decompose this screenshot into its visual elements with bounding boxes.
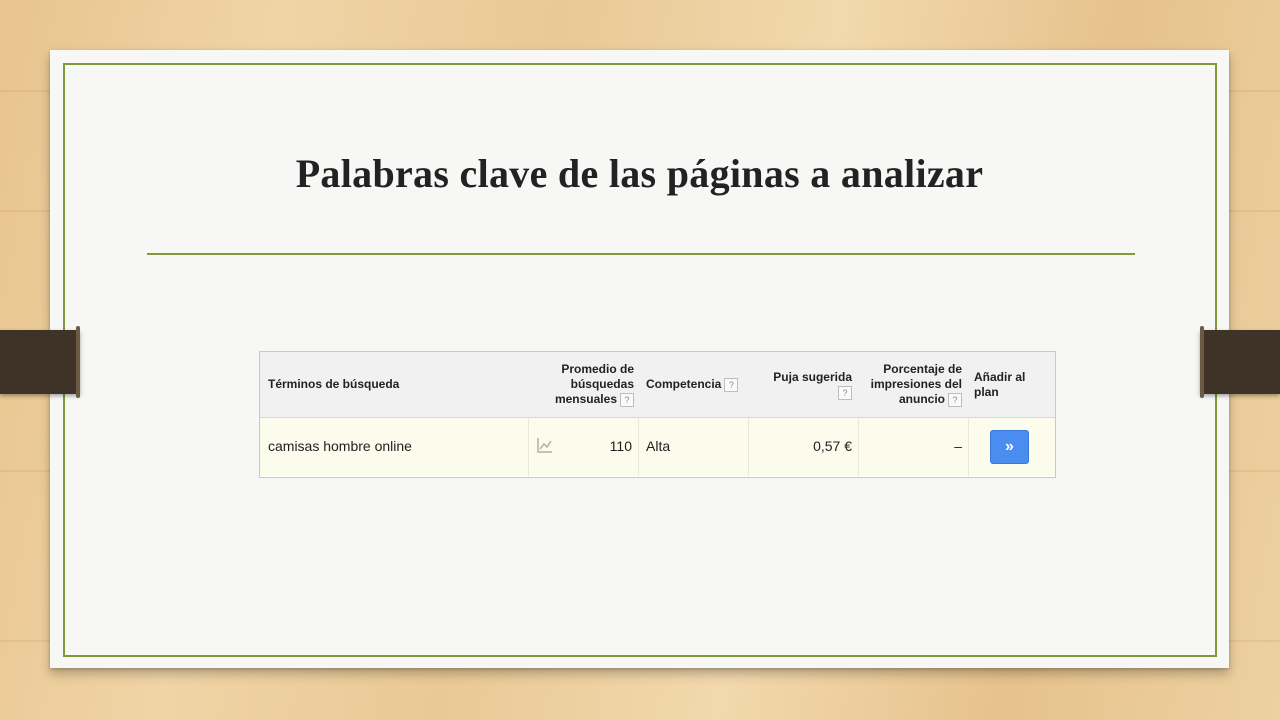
slide-paper: Palabras clave de las páginas a analizar… xyxy=(50,50,1229,668)
binder-clip-cap xyxy=(76,326,80,398)
keyword-table: Términos de búsqueda Promedio de búsqued… xyxy=(259,351,1056,478)
suggested-bid-value: 0,57 € xyxy=(813,438,852,454)
impressions-value: – xyxy=(954,438,962,454)
column-divider xyxy=(528,418,529,476)
header-terms: Términos de búsqueda xyxy=(268,377,400,391)
keyword-term: camisas hombre online xyxy=(268,438,412,454)
column-divider xyxy=(968,418,969,476)
binder-clip-cap xyxy=(1200,326,1204,398)
header-avg-searches: Promedio de búsquedas mensuales? xyxy=(554,362,634,407)
help-icon[interactable]: ? xyxy=(838,385,852,400)
help-icon[interactable]: ? xyxy=(724,377,739,392)
table-header: Términos de búsqueda Promedio de búsqued… xyxy=(260,352,1055,418)
slide-title: Palabras clave de las páginas a analizar xyxy=(295,151,984,196)
title-divider xyxy=(147,253,1135,255)
header-bid: Puja sugerida ? xyxy=(773,370,852,400)
avg-searches-value: 110 xyxy=(609,438,632,454)
table-row: camisas hombre online 110 Alta 0,57 € – … xyxy=(260,418,1055,476)
competition-value: Alta xyxy=(646,438,671,454)
binder-clip-left xyxy=(0,330,80,394)
column-divider xyxy=(748,418,749,476)
help-icon[interactable]: ? xyxy=(948,392,962,407)
header-add-to-plan: Añadir al plan xyxy=(974,370,1026,399)
trend-chart-icon[interactable] xyxy=(537,437,553,453)
header-competition: Competencia? xyxy=(646,377,739,392)
binder-clip-right xyxy=(1200,330,1280,394)
column-divider xyxy=(638,418,639,476)
header-impressions: Porcentaje de impresiones del anuncio? xyxy=(870,362,962,407)
column-divider xyxy=(858,418,859,476)
add-to-plan-icon[interactable]: » xyxy=(990,430,1029,464)
help-icon[interactable]: ? xyxy=(620,392,634,407)
